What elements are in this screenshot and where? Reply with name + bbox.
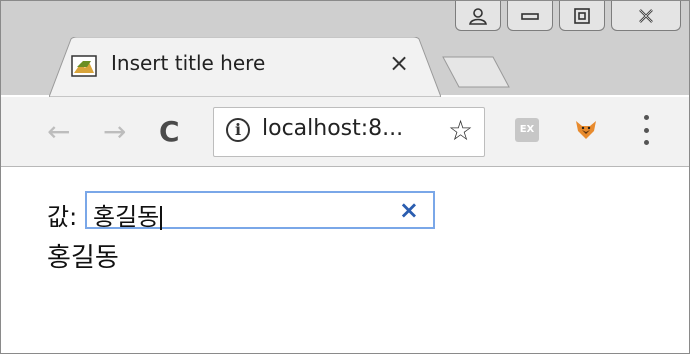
title-bar: Insert title here × [1,1,689,97]
url-text[interactable]: localhost:8... [262,116,403,141]
back-button[interactable]: ← [47,115,70,148]
forward-button[interactable]: → [103,115,126,148]
user-profile-button[interactable] [455,1,501,31]
reload-button[interactable]: C [159,115,180,148]
restore-button[interactable] [559,1,605,31]
fox-extension-icon[interactable] [573,117,599,143]
page-favicon-icon [71,55,97,77]
page-content: 값: 홍길동 × 홍길동 [1,167,689,353]
window-controls [449,1,681,31]
restore-icon [574,7,590,24]
new-tab-button[interactable] [441,55,511,89]
minimize-icon [521,12,539,20]
minimize-button[interactable] [507,1,553,31]
browser-tab[interactable]: Insert title here × [49,37,441,97]
tab-close-button[interactable]: × [389,49,409,77]
browser-toolbar: ← → C i localhost:8... ☆ EX [1,97,689,167]
site-info-icon[interactable]: i [226,118,250,142]
bookmark-star-icon[interactable]: ☆ [448,114,473,147]
extension-button[interactable]: EX [515,118,539,142]
browser-window: Insert title here × ← → C i localhost:8.… [0,0,690,354]
value-input-text: 홍길동 [93,203,160,231]
value-label: 값: [47,203,78,231]
tab-title: Insert title here [111,51,266,75]
more-vert-icon[interactable] [641,115,651,145]
window-close-button[interactable] [611,1,681,31]
address-bar[interactable]: i localhost:8... ☆ [213,107,485,157]
clear-icon[interactable]: × [399,196,419,224]
user-icon [469,7,487,25]
close-icon [639,8,653,23]
output-text: 홍길동 [47,243,119,273]
text-caret [160,206,163,230]
extension-label: EX [519,124,535,135]
value-input[interactable]: 홍길동 × [85,191,435,231]
